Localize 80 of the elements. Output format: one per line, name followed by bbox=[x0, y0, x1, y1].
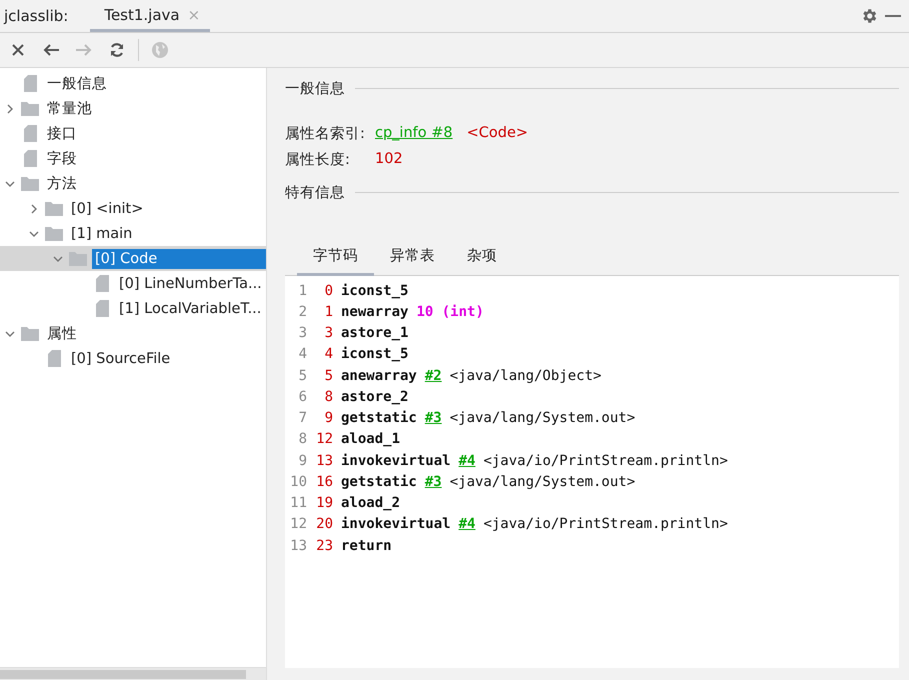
opcode: return bbox=[341, 538, 392, 554]
bytecode-offset: 0 bbox=[324, 282, 333, 299]
tree-item[interactable]: 字段 bbox=[44, 147, 266, 170]
file-icon bbox=[96, 275, 108, 292]
opcode: iconst_5 bbox=[341, 346, 408, 362]
line-number: 8 bbox=[298, 431, 307, 448]
operand-comment: <java/io/PrintStream.println> bbox=[483, 516, 728, 532]
folder-icon bbox=[21, 176, 39, 191]
file-icon bbox=[24, 125, 36, 142]
view-tab[interactable]: 异常表 bbox=[374, 240, 451, 276]
tree-item[interactable]: [0] SourceFile bbox=[68, 348, 266, 368]
folder-icon bbox=[69, 251, 87, 266]
opcode: astore_1 bbox=[341, 325, 408, 342]
opcode: iconst_5 bbox=[341, 282, 408, 299]
line-number: 9 bbox=[298, 452, 307, 469]
tree-item[interactable]: [1] main bbox=[68, 224, 266, 244]
bytecode-offset: 5 bbox=[324, 368, 333, 384]
tree-item[interactable]: [0] LineNumberTa... bbox=[116, 274, 266, 294]
opcode: newarray bbox=[341, 304, 408, 320]
opcode: invokevirtual bbox=[341, 452, 451, 469]
file-icon bbox=[24, 75, 36, 92]
tree-item[interactable]: 常量池 bbox=[44, 97, 266, 120]
line-number: 11 bbox=[289, 495, 307, 512]
tree-item[interactable]: [1] LocalVariableT... bbox=[116, 298, 266, 318]
field-value: <Code> bbox=[466, 125, 528, 141]
bytecode-offset: 1 bbox=[324, 304, 333, 320]
field-value: 102 bbox=[375, 151, 403, 167]
bytecode-offset: 13 bbox=[315, 452, 333, 469]
folder-icon bbox=[45, 201, 63, 216]
opcode: aload_1 bbox=[341, 431, 400, 448]
view-tab[interactable]: 杂项 bbox=[451, 240, 513, 276]
opcode: aload_2 bbox=[341, 495, 400, 512]
file-icon bbox=[48, 350, 60, 367]
folder-icon bbox=[21, 101, 39, 116]
opcode: getstatic bbox=[341, 474, 417, 490]
operand-comment: <java/lang/Object> bbox=[450, 368, 602, 384]
folder-icon bbox=[21, 326, 39, 341]
line-number: 5 bbox=[298, 368, 307, 384]
bytecode-offset: 9 bbox=[324, 410, 333, 426]
bytecode-offset: 4 bbox=[324, 346, 333, 362]
bytecode-offset: 19 bbox=[315, 495, 333, 512]
line-number: 4 bbox=[298, 346, 307, 362]
bytecode-offset: 16 bbox=[315, 474, 333, 490]
line-number: 13 bbox=[289, 538, 307, 554]
opcode: getstatic bbox=[341, 410, 417, 426]
bytecode-offset: 12 bbox=[315, 431, 333, 448]
tree-item[interactable]: 属性 bbox=[44, 322, 266, 345]
section-title: 一般信息 bbox=[285, 80, 345, 98]
file-icon bbox=[96, 300, 108, 317]
operand: 10 (int) bbox=[416, 304, 484, 320]
bytecode-offset: 23 bbox=[315, 538, 333, 554]
scrollbar-thumb[interactable] bbox=[0, 670, 246, 678]
field-label: 属性名索引: bbox=[285, 124, 361, 142]
opcode: invokevirtual bbox=[341, 516, 451, 532]
field-label: 属性长度: bbox=[285, 150, 351, 168]
opcode: anewarray bbox=[341, 368, 417, 384]
tree-item[interactable]: [0] <init> bbox=[68, 198, 266, 218]
line-number: 12 bbox=[289, 516, 307, 532]
app-label: jclasslib: bbox=[4, 7, 68, 25]
tree-item[interactable]: 一般信息 bbox=[44, 72, 266, 95]
file-icon bbox=[24, 150, 36, 167]
bytecode-offset: 8 bbox=[324, 388, 333, 405]
line-number: 3 bbox=[298, 325, 307, 342]
line-number: 2 bbox=[298, 304, 307, 320]
operand-comment: <java/lang/System.out> bbox=[450, 410, 636, 426]
folder-icon bbox=[45, 226, 63, 241]
file-tab[interactable]: Test1.java × bbox=[90, 0, 210, 32]
line-number: 10 bbox=[289, 474, 307, 490]
tree-item[interactable]: 接口 bbox=[44, 122, 266, 145]
line-number: 6 bbox=[298, 388, 307, 405]
line-number: 7 bbox=[298, 410, 307, 426]
bytecode-offset: 20 bbox=[315, 516, 333, 532]
opcode: astore_2 bbox=[341, 388, 408, 405]
operand-comment: <java/io/PrintStream.println> bbox=[483, 452, 728, 469]
tree-item[interactable]: 方法 bbox=[44, 172, 266, 195]
operand-comment: <java/lang/System.out> bbox=[450, 474, 636, 490]
line-number: 1 bbox=[298, 282, 307, 299]
tree-item[interactable]: [0] Code bbox=[92, 248, 266, 268]
bytecode-offset: 3 bbox=[324, 325, 333, 342]
section-title: 特有信息 bbox=[285, 184, 345, 202]
